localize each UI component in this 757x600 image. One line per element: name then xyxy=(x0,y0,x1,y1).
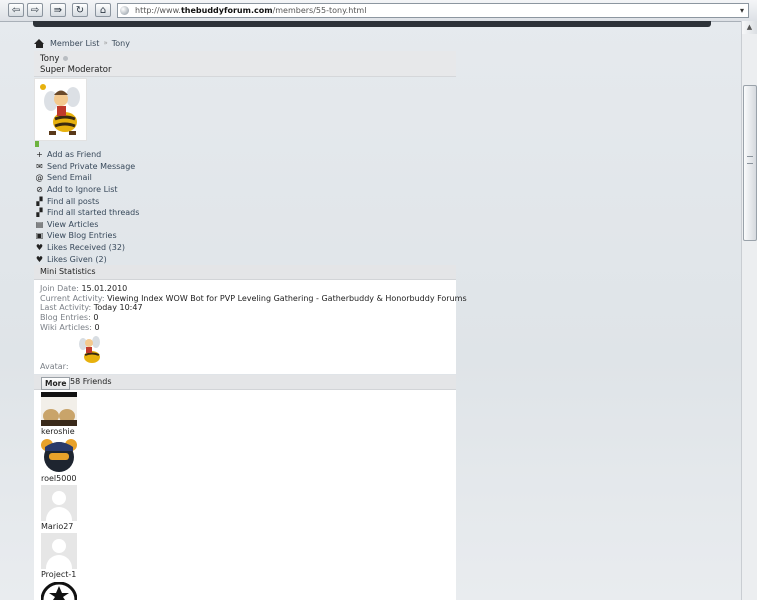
likes-received-link[interactable]: ♥ Likes Received (32) xyxy=(35,242,139,254)
home-icon: ⌂ xyxy=(99,4,107,16)
profile-user-title: Super Moderator xyxy=(40,65,112,75)
reload-button[interactable]: ↻ xyxy=(72,3,88,17)
friend-avatar-image xyxy=(41,582,77,600)
last-activity-row: Last Activity: Today 10:47 xyxy=(40,303,143,312)
friends-count: 58 Friends xyxy=(70,377,112,386)
double-arrow-icon: ⇛ xyxy=(53,4,63,16)
current-activity-row: Current Activity: Viewing Index WOW Bot … xyxy=(40,294,467,303)
blog-entries-row: Blog Entries: 0 xyxy=(40,313,99,322)
ignore-icon: ⊘ xyxy=(36,185,43,195)
send-pm-link[interactable]: ✉ Send Private Message xyxy=(35,161,139,173)
profile-header: Tony Super Moderator xyxy=(34,51,456,77)
add-friend-link[interactable]: + Add as Friend xyxy=(35,149,139,161)
friend-name[interactable]: roel5000 xyxy=(41,474,101,483)
default-avatar-icon[interactable] xyxy=(41,533,77,569)
more-friends-button[interactable]: More xyxy=(41,377,71,390)
friend-item[interactable]: Project-1 xyxy=(41,533,101,579)
mini-stats-header: Mini Statistics xyxy=(34,265,456,280)
breadcrumb-member-list[interactable]: Member List xyxy=(50,39,99,48)
address-bar[interactable]: http://www.thebuddyforum.com/members/55-… xyxy=(117,3,749,18)
heart-icon: ♥ xyxy=(35,243,44,253)
friend-name[interactable]: keroshie xyxy=(41,427,101,436)
back-arrow-icon: ⇦ xyxy=(11,4,21,16)
threads-icon: ▞ xyxy=(36,208,43,218)
breadcrumb: Member List » Tony xyxy=(34,38,130,48)
friend-item[interactable]: keroshie xyxy=(41,392,101,436)
stats-avatar-image xyxy=(74,332,104,368)
forward-button[interactable]: ⇨ xyxy=(27,3,43,17)
blog-icon: ▣ xyxy=(35,231,44,241)
friend-avatar[interactable] xyxy=(41,392,77,426)
friend-name[interactable]: Mario27 xyxy=(41,522,101,531)
wiki-articles-row: Wiki Articles: 0 xyxy=(40,323,100,332)
breadcrumb-current[interactable]: Tony xyxy=(112,39,130,48)
friend-item[interactable]: Mario27 xyxy=(41,485,101,531)
forward-history-button[interactable]: ⇛ xyxy=(50,3,66,17)
friend-avatar-image xyxy=(41,437,77,473)
profile-actions: + Add as Friend ✉ Send Private Message @ Se… xyxy=(35,149,140,265)
likes-given-link[interactable]: ♥ Likes Given (2) xyxy=(35,253,139,265)
friends-panel: keroshie roel5000 Mario27 Project-1 xyxy=(34,390,456,600)
find-posts-link[interactable]: ▞ Find all posts xyxy=(35,195,139,207)
avatar-image xyxy=(35,79,86,140)
friend-avatar[interactable] xyxy=(41,437,77,473)
friends-header: More 58 Friends xyxy=(34,375,456,390)
envelope-icon: ✉ xyxy=(36,161,43,171)
friend-avatar-image xyxy=(41,392,77,426)
home-button[interactable]: ⌂ xyxy=(95,3,111,17)
globe-icon xyxy=(120,6,129,15)
site-header-bar xyxy=(33,21,711,27)
join-date-row: Join Date: 15.01.2010 xyxy=(40,284,128,293)
send-email-link[interactable]: @ Send Email xyxy=(35,172,139,184)
scroll-thumb[interactable] xyxy=(743,85,757,241)
home-icon[interactable] xyxy=(34,38,45,48)
page-scrollbar[interactable]: ▲ xyxy=(741,21,757,600)
plus-icon: + xyxy=(36,150,43,160)
back-button[interactable]: ⇦ xyxy=(8,3,24,17)
profile-avatar xyxy=(34,78,87,141)
breadcrumb-separator: » xyxy=(103,39,108,47)
scroll-up-arrow-icon[interactable]: ▲ xyxy=(742,21,757,34)
ignore-list-link[interactable]: ⊘ Add to Ignore List xyxy=(35,184,139,196)
forward-arrow-icon: ⇨ xyxy=(30,4,40,16)
at-icon: @ xyxy=(35,173,44,183)
avatar-thumbnail xyxy=(79,336,100,363)
heart-icon: ♥ xyxy=(35,254,44,264)
view-articles-link[interactable]: ▤ View Articles xyxy=(35,219,139,231)
friend-name[interactable]: Project-1 xyxy=(41,570,101,579)
posts-icon: ▞ xyxy=(36,196,43,206)
articles-icon: ▤ xyxy=(35,219,44,229)
friend-item[interactable] xyxy=(41,582,101,600)
offline-status-icon xyxy=(63,56,69,61)
activity-link[interactable]: Viewing Index WOW Bot for PVP Leveling G… xyxy=(107,294,466,303)
browser-toolbar: ⇦ ⇨ ⇛ ↻ ⌂ http://www.thebuddyforum.com/m… xyxy=(0,0,757,22)
friend-avatar[interactable] xyxy=(41,582,77,600)
find-threads-link[interactable]: ▞ Find all started threads xyxy=(35,207,139,219)
view-blog-link[interactable]: ▣ View Blog Entries xyxy=(35,230,139,242)
default-avatar-icon[interactable] xyxy=(41,485,77,521)
avatar-label: Avatar: xyxy=(40,362,69,371)
profile-username: Tony xyxy=(40,54,69,64)
mini-stats-panel: Join Date: 15.01.2010 Current Activity: … xyxy=(34,280,467,374)
reputation-bar xyxy=(35,141,39,147)
friend-item[interactable]: roel5000 xyxy=(41,437,101,483)
reload-icon: ↻ xyxy=(75,4,85,16)
url-text: http://www.thebuddyforum.com/members/55-… xyxy=(135,6,367,15)
address-dropdown-icon[interactable]: ▾ xyxy=(737,5,747,16)
grip-icon xyxy=(747,156,753,164)
